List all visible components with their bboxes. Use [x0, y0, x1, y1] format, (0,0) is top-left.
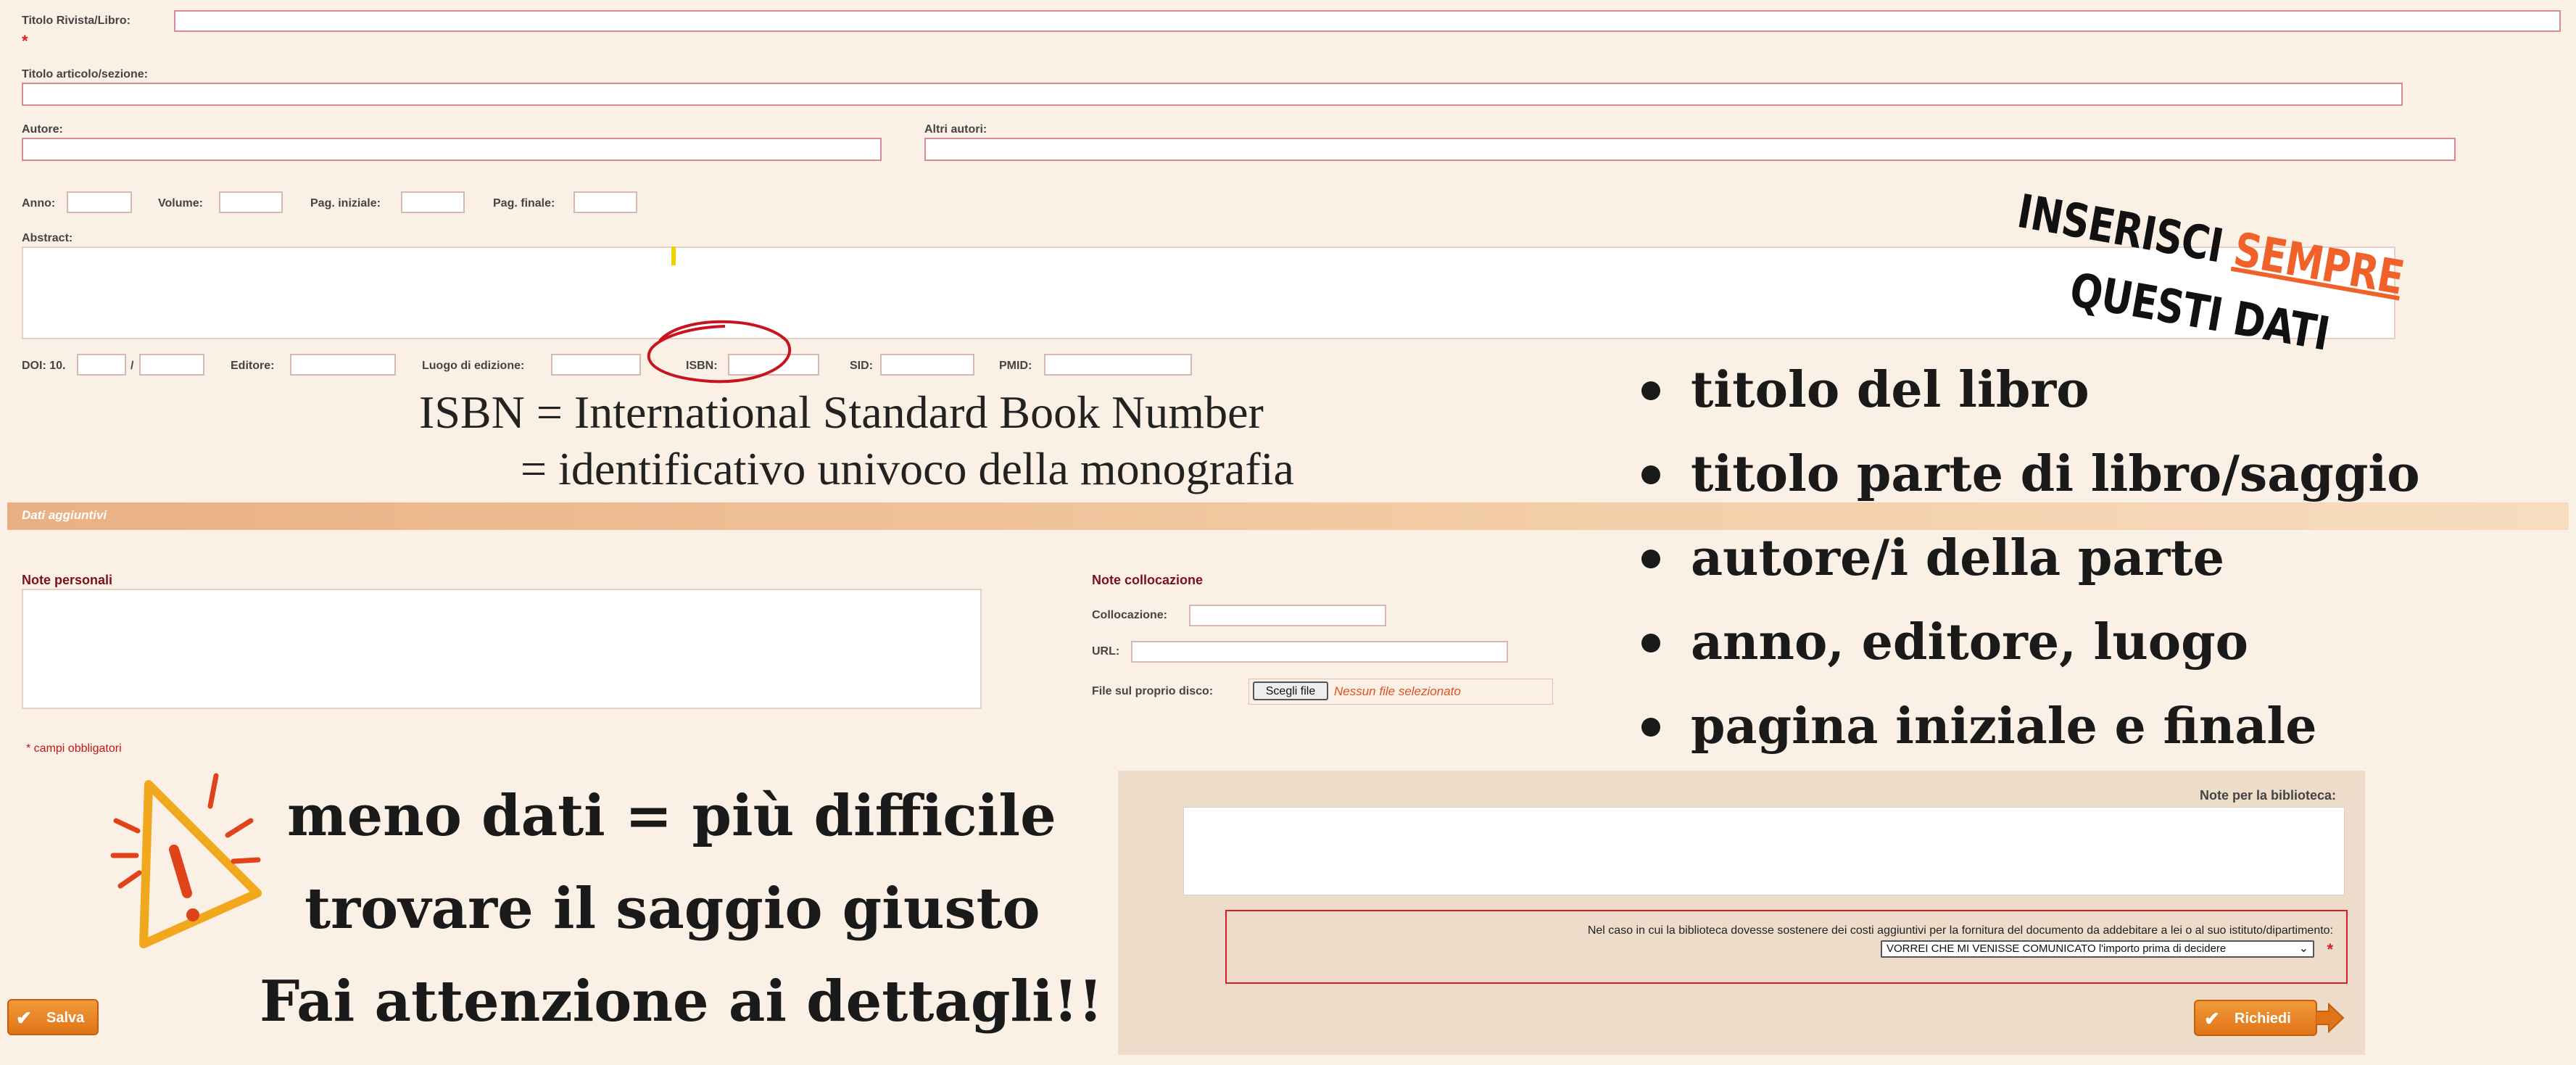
check-icon: ✔	[2204, 1008, 2220, 1029]
url-input[interactable]	[1131, 641, 1508, 663]
bullet-icon	[1641, 465, 1660, 484]
warning-line1: meno dati = più difficile	[287, 783, 1056, 849]
callout-highlight: SEMPRE	[2229, 223, 2408, 306]
list-item-text: anno, editore, luogo	[1691, 613, 2249, 671]
isbn-note-line1: ISBN = International Standard Book Numbe…	[419, 386, 1264, 438]
cost-select[interactable]: VORREI CHE MI VENISSE COMUNICATO l'impor…	[1881, 940, 2314, 958]
required-mark: *	[22, 32, 28, 50]
page-end-input[interactable]	[573, 191, 637, 213]
choose-file-button[interactable]: Scegli file	[1253, 681, 1328, 700]
doi-label: DOI: 10.	[22, 360, 66, 372]
pmid-input[interactable]	[1044, 354, 1192, 376]
required-fields-note: * campi obbligatori	[26, 742, 122, 755]
article-title-label: Titolo articolo/sezione:	[22, 68, 148, 80]
request-button-label: Richiedi	[2235, 1011, 2291, 1027]
volume-label: Volume:	[158, 197, 203, 210]
list-item: pagina iniziale e finale	[1631, 684, 2420, 768]
place-input[interactable]	[551, 354, 641, 376]
save-button-label: Salva	[46, 1010, 85, 1026]
warning-line3: Fai attenzione ai dettagli!!	[260, 969, 1103, 1035]
list-item: autore/i della parte	[1631, 516, 2420, 600]
sid-label: SID:	[850, 360, 873, 372]
file-status: Nessun file selezionato	[1334, 684, 1461, 698]
required-data-list: titolo del libro titolo parte di libro/s…	[1631, 348, 2420, 768]
bullet-icon	[1641, 550, 1660, 568]
file-label: File sul proprio disco:	[1092, 685, 1214, 697]
other-authors-label: Altri autori:	[924, 123, 987, 136]
request-panel: Note per la biblioteca: Nel caso in cui …	[1118, 771, 2365, 1055]
section-title: Dati aggiuntivi	[22, 508, 107, 522]
title-input[interactable]	[174, 10, 2561, 32]
doi-prefix-input[interactable]	[77, 354, 126, 376]
save-button[interactable]: ✔ Salva	[7, 999, 99, 1035]
bullet-icon	[1641, 381, 1660, 400]
personal-notes-textarea[interactable]	[22, 589, 982, 709]
text-cursor	[671, 246, 676, 265]
warning-icon	[110, 773, 262, 948]
personal-notes-label: Note personali	[22, 573, 113, 587]
cost-text: Nel caso in cui la biblioteca dovesse so…	[1587, 924, 2333, 937]
list-item-text: autore/i della parte	[1691, 529, 2225, 587]
list-item: titolo parte di libro/saggio	[1631, 432, 2420, 516]
abstract-label: Abstract:	[22, 232, 73, 244]
list-item-text: pagina iniziale e finale	[1691, 697, 2317, 755]
library-notes-label: Note per la biblioteca:	[2199, 788, 2336, 803]
cost-select-value: VORREI CHE MI VENISSE COMUNICATO l'impor…	[1887, 942, 2227, 955]
isbn-highlight-circle	[647, 320, 792, 384]
title-label: Titolo Rivista/Libro:	[22, 14, 131, 27]
volume-input[interactable]	[219, 191, 283, 213]
request-button[interactable]: ✔ Richiedi	[2194, 1000, 2317, 1036]
cost-required-mark: *	[2327, 940, 2333, 958]
url-label: URL:	[1092, 645, 1120, 658]
publisher-label: Editore:	[231, 360, 275, 372]
sid-input[interactable]	[880, 354, 974, 376]
author-input[interactable]	[22, 138, 882, 161]
other-authors-input[interactable]	[924, 138, 2456, 161]
cost-box: Nel caso in cui la biblioteca dovesse so…	[1225, 910, 2348, 984]
arrow-right-icon	[2316, 1003, 2345, 1033]
pmid-label: PMID:	[999, 360, 1032, 372]
list-item: anno, editore, luogo	[1631, 600, 2420, 684]
chevron-down-icon: ⌄	[2298, 942, 2308, 955]
place-label: Luogo di edizione:	[422, 360, 525, 372]
list-item-text: titolo parte di libro/saggio	[1691, 445, 2420, 503]
location-notes-label: Note collocazione	[1092, 573, 1204, 587]
article-title-input[interactable]	[22, 83, 2403, 106]
library-notes-textarea[interactable]	[1183, 807, 2345, 895]
warning-line2: trovare il saggio giusto	[305, 876, 1040, 942]
doi-suffix-input[interactable]	[139, 354, 204, 376]
location-label: Collocazione:	[1092, 609, 1168, 621]
page-start-input[interactable]	[401, 191, 465, 213]
doi-separator: /	[131, 360, 134, 372]
publisher-input[interactable]	[290, 354, 396, 376]
author-label: Autore:	[22, 123, 63, 136]
page-start-label: Pag. iniziale:	[310, 197, 381, 210]
check-icon: ✔	[16, 1007, 32, 1029]
year-input[interactable]	[67, 191, 132, 213]
list-item: titolo del libro	[1631, 348, 2420, 432]
location-input[interactable]	[1189, 605, 1386, 626]
isbn-note-line2: = identificativo univoco della monografi…	[521, 443, 1294, 494]
bullet-icon	[1641, 718, 1660, 737]
page-end-label: Pag. finale:	[493, 197, 555, 210]
callout-line1: INSERISCI	[2013, 185, 2227, 274]
list-item-text: titolo del libro	[1691, 361, 2090, 419]
bullet-icon	[1641, 634, 1660, 652]
year-label: Anno:	[22, 197, 56, 210]
